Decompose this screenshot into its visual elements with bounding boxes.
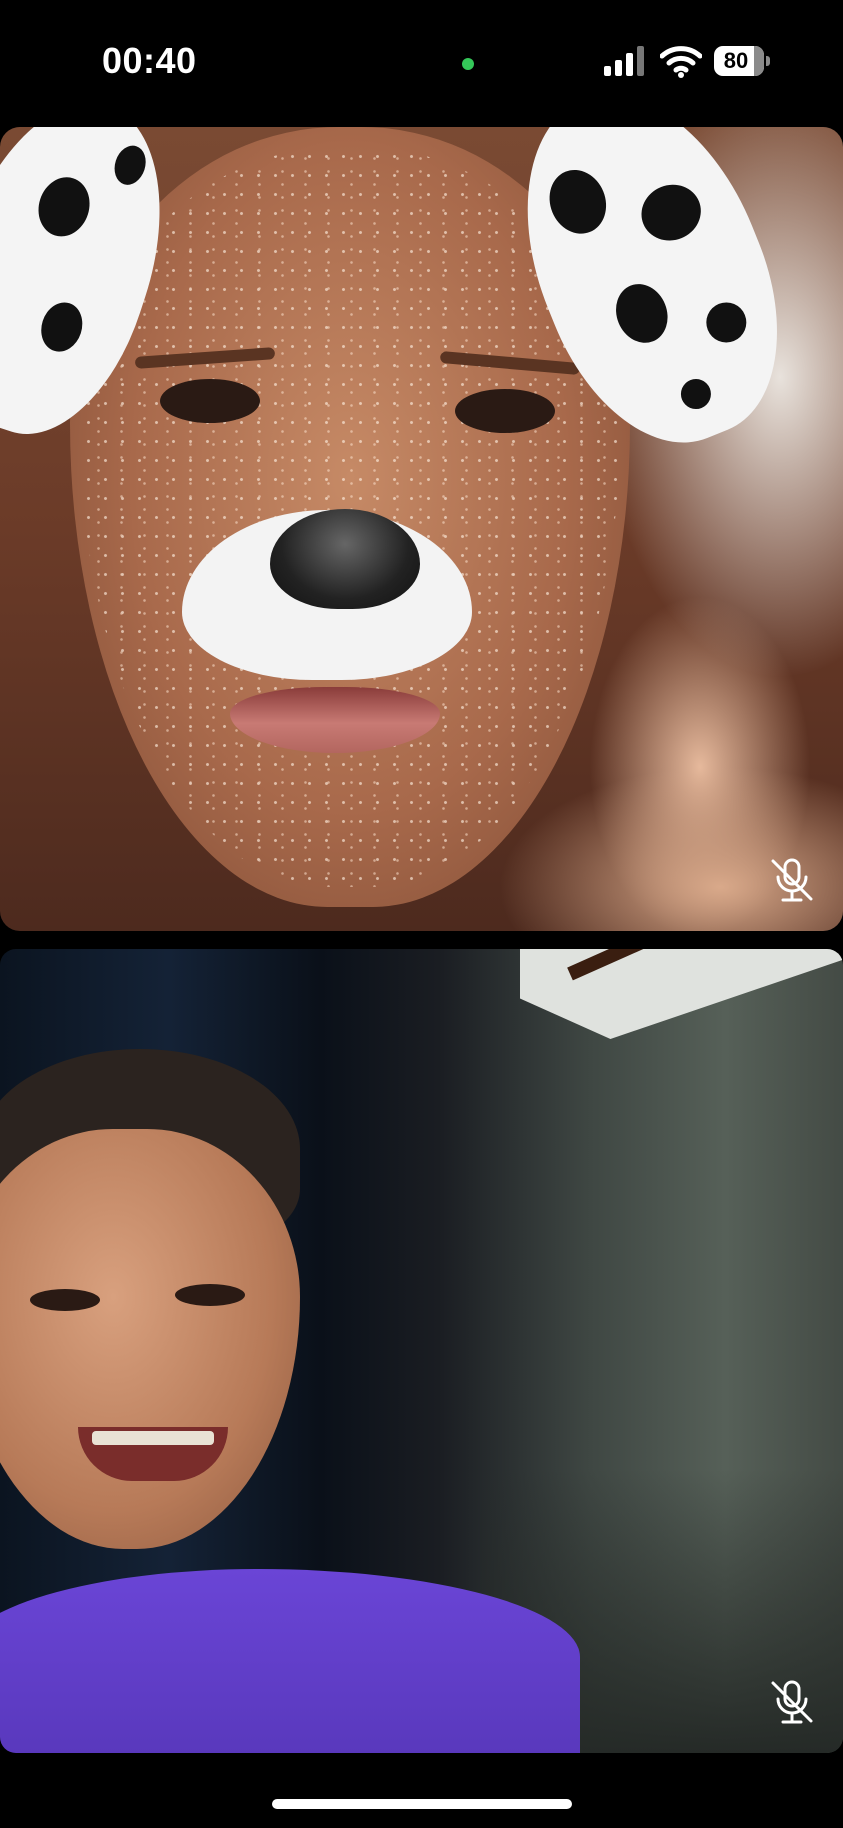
- remote-video-tile[interactable]: [0, 127, 843, 931]
- home-indicator[interactable]: [272, 1799, 572, 1809]
- wifi-icon: [660, 46, 702, 78]
- local-video-tile[interactable]: [0, 949, 843, 1753]
- battery-level: 80: [723, 48, 749, 73]
- microphone-muted-icon: [771, 1680, 813, 1724]
- status-time: 00:40: [102, 40, 197, 81]
- microphone-muted-icon: [771, 858, 813, 902]
- status-bar: 00:40 80: [0, 0, 843, 120]
- camera-in-use-indicator: [462, 58, 474, 70]
- cellular-signal-icon: [604, 46, 644, 76]
- battery-indicator: 80: [714, 46, 770, 76]
- participant-shirt: [0, 1569, 580, 1753]
- dog-nose: [270, 509, 420, 609]
